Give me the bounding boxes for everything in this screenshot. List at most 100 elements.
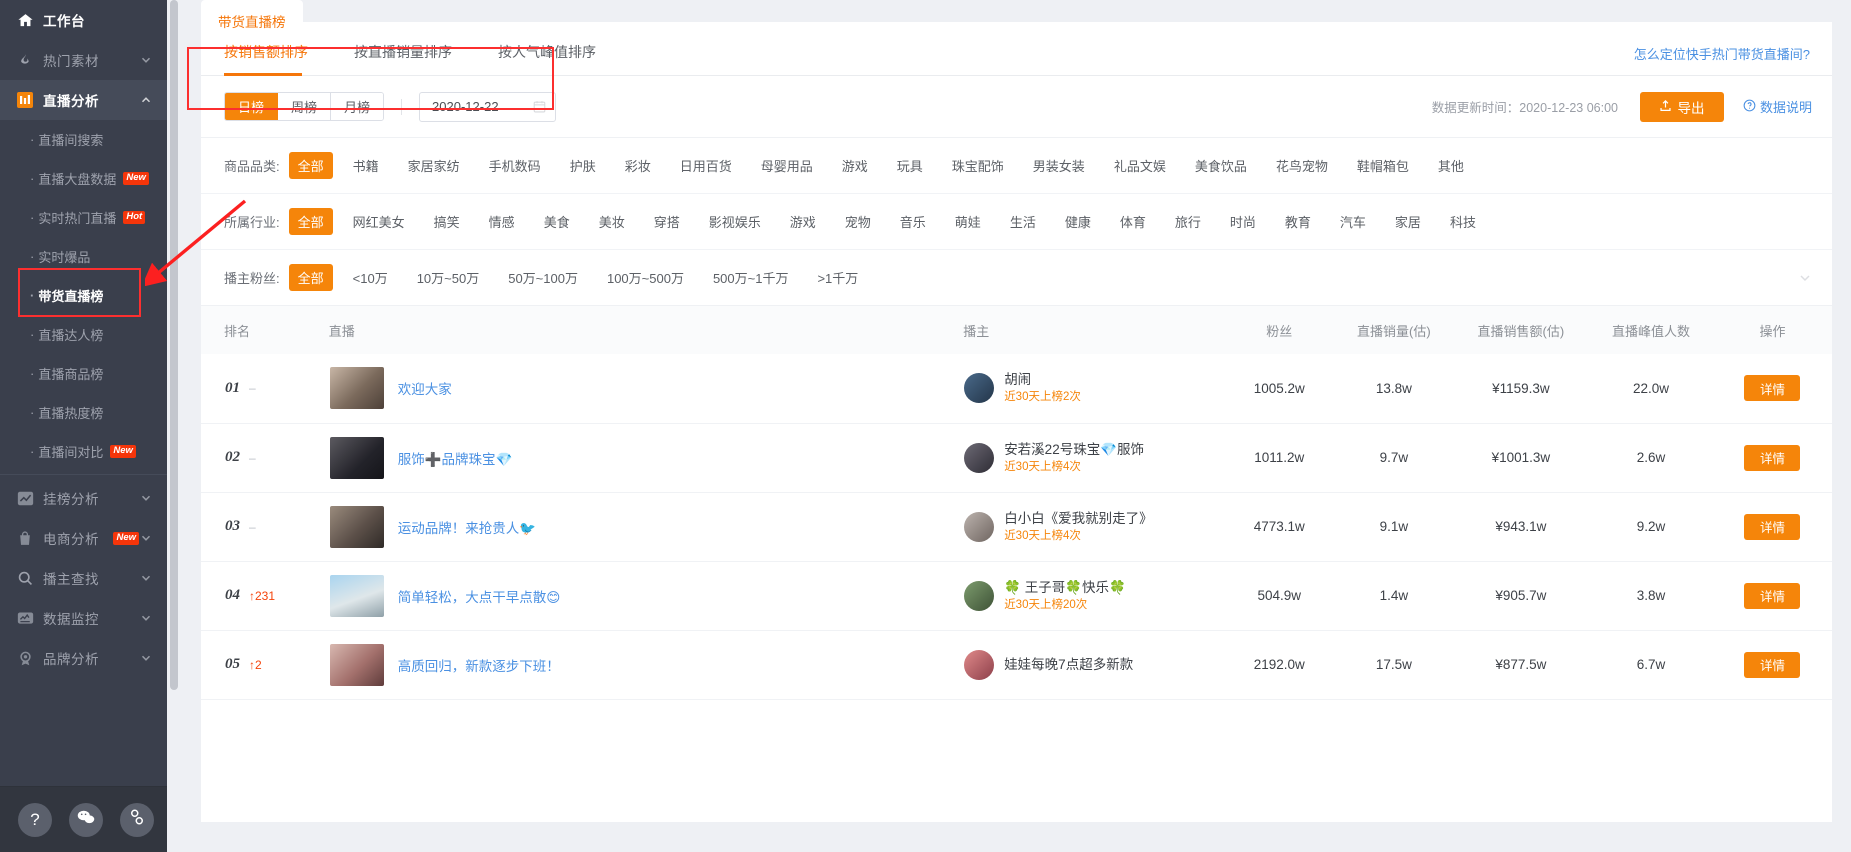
filter-option[interactable]: 音乐 [891, 208, 935, 235]
avatar[interactable] [964, 373, 995, 404]
filter-option[interactable]: 网红美女 [344, 208, 414, 235]
filter-option[interactable]: 鞋帽箱包 [1348, 152, 1418, 179]
sidebar-item-live-search[interactable]: · 直播间搜索 [0, 120, 167, 159]
filter-option[interactable]: 穿搭 [645, 208, 689, 235]
help-button[interactable]: ? [18, 802, 52, 837]
page-scrollbar-thumb[interactable] [170, 0, 178, 690]
filter-option[interactable]: >1千万 [808, 264, 867, 291]
live-title-link[interactable]: 简单轻松，大点干早点散😊 [398, 586, 561, 606]
sidebar-item-live-product-rank[interactable]: · 直播商品榜 [0, 354, 167, 393]
filter-option[interactable]: 旅行 [1166, 208, 1210, 235]
filter-option[interactable]: 健康 [1056, 208, 1100, 235]
sidebar-item-workbench[interactable]: 工作台 [0, 0, 167, 40]
page-scrollbar[interactable] [167, 0, 181, 852]
collapse-filters-icon[interactable] [1797, 270, 1813, 286]
filter-option[interactable]: 美妆 [590, 208, 634, 235]
filter-option[interactable]: 珠宝配饰 [943, 152, 1013, 179]
sidebar-item-带货直播榜[interactable]: · 带货直播榜 [0, 276, 167, 315]
host-name[interactable]: 白小白《爱我就别走了》 [1004, 510, 1153, 528]
filter-option[interactable]: 萌娃 [946, 208, 990, 235]
filter-option[interactable]: 时尚 [1221, 208, 1265, 235]
filter-option[interactable]: 游戏 [781, 208, 825, 235]
avatar[interactable] [964, 580, 995, 611]
period-option-weekly[interactable]: 周榜 [278, 93, 332, 120]
avatar[interactable] [964, 649, 995, 680]
filter-option[interactable]: 全部 [288, 152, 333, 179]
avatar[interactable] [964, 511, 995, 542]
table-row[interactable]: 03 – 运动品牌！来抢贵人🐦 白小白《爱我就别走了》 近30天上榜4次 477… [201, 492, 1832, 562]
filter-option[interactable]: 花鸟宠物 [1267, 152, 1337, 179]
sidebar-group-ranking-analysis[interactable]: 挂榜分析 [0, 478, 167, 518]
filter-option[interactable]: 教育 [1276, 208, 1320, 235]
live-thumbnail[interactable] [329, 436, 384, 479]
filter-option[interactable]: 护肤 [561, 152, 605, 179]
filter-option[interactable]: 宠物 [836, 208, 880, 235]
filter-option[interactable]: 影视娱乐 [700, 208, 770, 235]
avatar[interactable] [964, 442, 995, 473]
filter-option[interactable]: 彩妆 [616, 152, 660, 179]
table-row[interactable]: 01 – 欢迎大家 胡闹 近30天上榜2次 1005.2w 13.8w ¥115… [201, 354, 1832, 424]
filter-option[interactable]: 书籍 [344, 152, 388, 179]
detail-button[interactable]: 详情 [1744, 444, 1801, 471]
filter-option[interactable]: 生活 [1001, 208, 1045, 235]
filter-option[interactable]: 男装女装 [1024, 152, 1094, 179]
period-option-daily[interactable]: 日榜 [225, 93, 279, 120]
sidebar-item-realtime-hot-live[interactable]: · 实时热门直播 Hot [0, 198, 167, 237]
sidebar-group-brand-analysis[interactable]: 品牌分析 [0, 638, 167, 678]
filter-option[interactable]: 汽车 [1331, 208, 1375, 235]
filter-option[interactable]: <10万 [344, 264, 397, 291]
sidebar-group-live-analysis[interactable]: 直播分析 [0, 80, 167, 120]
filter-option[interactable]: 家居家纺 [399, 152, 469, 179]
sidebar-item-realtime-hot-product[interactable]: · 实时爆品 [0, 237, 167, 276]
sidebar-group-data-monitor[interactable]: 数据监控 [0, 598, 167, 638]
filter-option[interactable]: 10万~50万 [408, 264, 489, 291]
wechat-button[interactable] [69, 802, 103, 837]
filter-option[interactable]: 礼品文娱 [1105, 152, 1175, 179]
live-thumbnail[interactable] [329, 643, 384, 686]
period-option-monthly[interactable]: 月榜 [331, 93, 384, 120]
export-button[interactable]: 导出 [1639, 91, 1724, 122]
tab-sort-by-popularity-peak[interactable]: 按人气峰值排序 [498, 42, 596, 75]
live-title-link[interactable]: 服饰➕品牌珠宝💎 [398, 448, 513, 468]
data-note-link[interactable]: 数据说明 [1743, 97, 1812, 116]
sidebar-group-hot-material[interactable]: 热门素材 [0, 40, 167, 80]
host-name[interactable]: 娃娃每晚7点超多新款 [1004, 656, 1133, 674]
live-title-link[interactable]: 高质回归，新款逐步下班！ [398, 655, 560, 675]
filter-option[interactable]: 美食饮品 [1186, 152, 1256, 179]
filter-option[interactable]: 玩具 [888, 152, 932, 179]
filter-option[interactable]: 搞笑 [425, 208, 469, 235]
filter-option[interactable]: 家居 [1386, 208, 1430, 235]
host-name[interactable]: 安若溪22号珠宝💎服饰 [1004, 441, 1144, 459]
filter-option[interactable]: 手机数码 [480, 152, 550, 179]
live-thumbnail[interactable] [329, 505, 384, 548]
tab-sort-by-sales-amount[interactable]: 按销售额排序 [224, 42, 308, 76]
filter-option[interactable]: 母婴用品 [752, 152, 822, 179]
filter-option[interactable]: 50万~100万 [499, 264, 587, 291]
host-name[interactable]: 胡闹 [1004, 371, 1081, 389]
filter-option[interactable]: 科技 [1441, 208, 1485, 235]
live-title-link[interactable]: 运动品牌！来抢贵人🐦 [398, 517, 536, 537]
table-row[interactable]: 04 ↑231 简单轻松，大点干早点散😊 🍀 王子哥🍀快乐🍀 近30天上榜20次… [201, 561, 1832, 631]
host-name[interactable]: 🍀 王子哥🍀快乐🍀 [1004, 579, 1126, 597]
live-title-link[interactable]: 欢迎大家 [398, 378, 452, 398]
tab-sort-by-sales-volume[interactable]: 按直播销量排序 [354, 42, 452, 75]
filter-option[interactable]: 游戏 [833, 152, 877, 179]
filter-option[interactable]: 体育 [1111, 208, 1155, 235]
detail-button[interactable]: 详情 [1744, 582, 1801, 609]
detail-button[interactable]: 详情 [1744, 651, 1801, 678]
live-thumbnail[interactable] [329, 367, 384, 410]
filter-option[interactable]: 全部 [288, 208, 333, 235]
filter-option[interactable]: 全部 [288, 264, 333, 291]
sidebar-item-live-compare[interactable]: · 直播间对比 New [0, 432, 167, 471]
filter-option[interactable]: 情感 [480, 208, 524, 235]
sidebar-item-live-heat-rank[interactable]: · 直播热度榜 [0, 393, 167, 432]
link-button[interactable] [120, 802, 154, 837]
live-thumbnail[interactable] [329, 574, 384, 617]
filter-option[interactable]: 500万~1千万 [704, 264, 798, 291]
filter-option[interactable]: 其他 [1429, 152, 1473, 179]
sidebar-group-host-search[interactable]: 播主查找 [0, 558, 167, 598]
sidebar-item-live-talent-rank[interactable]: · 直播达人榜 [0, 315, 167, 354]
filter-option[interactable]: 美食 [535, 208, 579, 235]
sidebar-item-live-overview[interactable]: · 直播大盘数据 New [0, 159, 167, 198]
table-row[interactable]: 05 ↑2 高质回归，新款逐步下班！ 娃娃每晚7点超多新款 2192.0w 17… [201, 630, 1832, 700]
